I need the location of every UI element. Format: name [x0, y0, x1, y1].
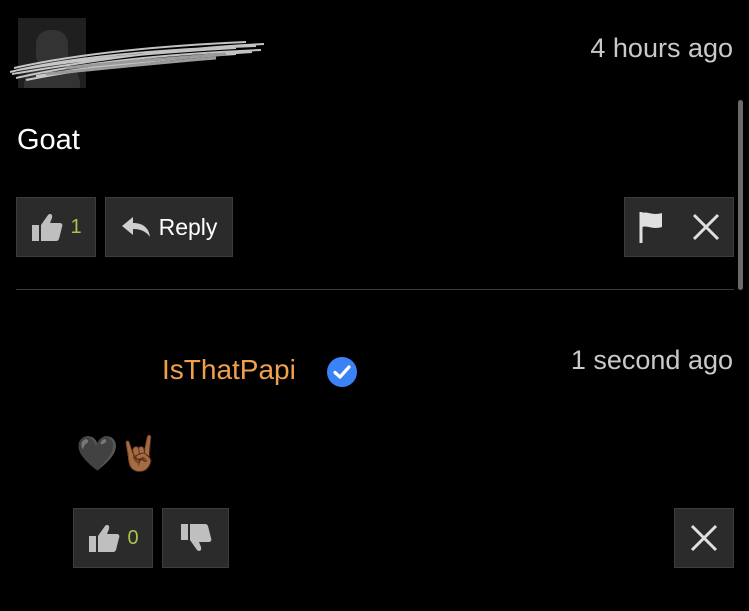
divider	[16, 289, 734, 290]
like-button[interactable]: 0	[73, 508, 153, 568]
flag-icon[interactable]	[638, 210, 666, 244]
reply-emoji: 🖤🤘🏾	[76, 435, 161, 473]
reply-username[interactable]: IsThatPapi	[162, 354, 296, 386]
thumbs-down-icon	[179, 523, 213, 553]
like-count: 1	[70, 215, 82, 238]
dislike-button[interactable]	[162, 508, 229, 568]
reply-timestamp: 1 second ago	[570, 345, 733, 375]
scrollbar[interactable]	[738, 100, 743, 290]
reply-arrow-icon	[121, 216, 151, 238]
comment-text: Goat	[17, 124, 80, 156]
reply-button[interactable]: Reply	[105, 197, 233, 257]
thumbs-up-icon	[30, 212, 64, 242]
close-button[interactable]	[674, 508, 734, 568]
close-icon[interactable]	[691, 212, 721, 242]
like-button[interactable]: 1	[16, 197, 96, 257]
reply-text: 🖤🤘🏾	[76, 434, 161, 474]
comment-actions-group	[624, 197, 734, 257]
close-icon	[689, 523, 719, 553]
thumbs-up-icon	[87, 523, 121, 553]
verified-badge-icon	[326, 356, 358, 388]
comment-timestamp: 4 hours ago	[590, 33, 733, 63]
like-count: 0	[127, 526, 139, 549]
redaction-scribble	[9, 41, 265, 81]
reply-label: Reply	[158, 213, 218, 240]
